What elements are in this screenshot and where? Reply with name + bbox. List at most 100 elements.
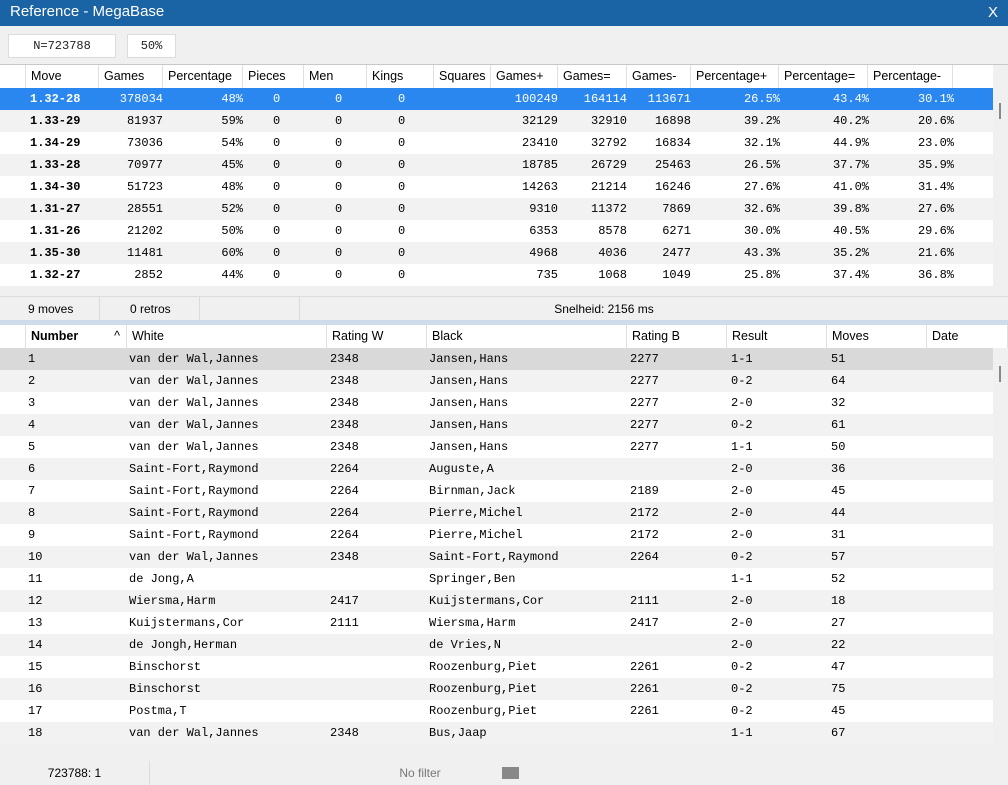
cell-moves: 75: [831, 682, 846, 696]
cell-white: Saint-Fort,Raymond: [129, 506, 259, 520]
cell-white: van der Wal,Jannes: [129, 726, 259, 740]
cell-result: 0-2: [731, 660, 753, 674]
column-header-result[interactable]: Result: [727, 325, 827, 348]
game-row[interactable]: 16 Binschorst Roozenburg,Piet 2261 0-2 75: [0, 678, 993, 700]
move-row[interactable]: 1.32-27 2852 44% 0 0 0 735 1068 1049 25.8% 37.4% 36…: [0, 264, 993, 286]
cell-rating-b: 2172: [630, 506, 659, 520]
cell-black: Birnman,Jack: [429, 484, 516, 498]
cell-rating-b: 2417: [630, 616, 659, 630]
move-row[interactable]: 1.34-30 51723 48% 0 0 0 14263 21214 16246 27.6% 41…: [0, 176, 993, 198]
move-row[interactable]: 1.34-29 73036 54% 0 0 0 23410 32792 16834 32.1% 44…: [0, 132, 993, 154]
moves-scrollbar[interactable]: [993, 88, 1008, 296]
column-header-rating-w[interactable]: Rating W: [327, 325, 427, 348]
game-row[interactable]: 11 de Jong,A Springer,Ben 1-1 52: [0, 568, 993, 590]
move-row[interactable]: 1.31-27 28551 52% 0 0 0 9310 11372 7869 32.6% 39.8…: [0, 198, 993, 220]
column-header-rating-b[interactable]: Rating B: [627, 325, 727, 348]
cell-black: Springer,Ben: [429, 572, 516, 586]
percentage-button[interactable]: 50%: [127, 34, 176, 58]
moves-status-bar: 9 moves 0 retros Snelheid: 2156 ms: [0, 296, 1008, 321]
close-button[interactable]: X: [988, 4, 998, 21]
column-header-move[interactable]: Move: [26, 65, 99, 88]
game-row[interactable]: 6 Saint-Fort,Raymond 2264 Auguste,A 2-0 36: [0, 458, 993, 480]
column-header-percentageminus[interactable]: Percentage-: [868, 65, 953, 88]
games-count-button[interactable]: N=723788: [8, 34, 116, 58]
cell-percentageminus: 36.8%: [917, 268, 954, 282]
cell-rating-b: 2261: [630, 660, 659, 674]
cell-pieces: 0: [273, 224, 281, 238]
cell-rating-b: 2277: [630, 440, 659, 454]
column-header-percentage[interactable]: Percentage: [163, 65, 243, 88]
cell-white: Wiersma,Harm: [129, 594, 216, 608]
cell-men: 0: [335, 202, 343, 216]
column-header-squares[interactable]: Squares: [434, 65, 491, 88]
cell-white: van der Wal,Jannes: [129, 440, 259, 454]
cell-white: Binschorst: [129, 682, 202, 696]
cell-number: 14: [28, 638, 43, 652]
game-row[interactable]: 7 Saint-Fort,Raymond 2264 Birnman,Jack 2189 2…: [0, 480, 993, 502]
cell-white: Binschorst: [129, 660, 202, 674]
cell-number: 8: [28, 506, 36, 520]
moves-scrollbar-thumb[interactable]: [999, 103, 1001, 119]
column-header-gamesminus[interactable]: Games-: [627, 65, 691, 88]
game-row[interactable]: 13 Kuijstermans,Cor 2111 Wiersma,Harm 2417 2-…: [0, 612, 993, 634]
move-row[interactable]: 1.32-28 378034 48% 0 0 0 100249 164114 113671 26.…: [0, 88, 993, 110]
game-row[interactable]: 14 de Jongh,Herman de Vries,N 2-0 22: [0, 634, 993, 656]
games-scrollbar[interactable]: [993, 348, 1008, 748]
column-header-black[interactable]: Black: [427, 325, 627, 348]
move-row[interactable]: 1.33-29 81937 59% 0 0 0 32129 32910 16898 39.2% 40…: [0, 110, 993, 132]
cell-men: 0: [335, 268, 343, 282]
game-row[interactable]: 10 van der Wal,Jannes 2348 Saint-Fort,Raymo…: [0, 546, 993, 568]
games-scrollbar-thumb[interactable]: [999, 366, 1001, 382]
column-header-gamesplus[interactable]: Games+: [491, 65, 558, 88]
filter-toggle-icon[interactable]: [502, 767, 519, 779]
game-row[interactable]: 18 van der Wal,Jannes 2348 Bus,Jaap 1-1 67: [0, 722, 993, 744]
column-header-games[interactable]: Games: [99, 65, 163, 88]
moves-count: 9 moves: [0, 297, 100, 321]
cell-black: Jansen,Hans: [429, 374, 509, 388]
cell-moves: 51: [831, 352, 846, 366]
column-header-moves[interactable]: Moves: [827, 325, 927, 348]
column-header-number[interactable]: Number ^: [26, 325, 127, 348]
cell-percentage: 48%: [221, 92, 243, 106]
column-header-pieces[interactable]: Pieces: [243, 65, 304, 88]
column-header-date[interactable]: Date: [927, 325, 1008, 348]
game-row[interactable]: 2 van der Wal,Jannes 2348 Jansen,Hans 2277 0-…: [0, 370, 993, 392]
column-header-white[interactable]: White: [127, 325, 327, 348]
game-row[interactable]: 1 van der Wal,Jannes 2348 Jansen,Hans 2277 1-…: [0, 348, 993, 370]
game-row[interactable]: 17 Postma,T Roozenburg,Piet 2261 0-2 45: [0, 700, 993, 722]
game-row[interactable]: 9 Saint-Fort,Raymond 2264 Pierre,Michel 2172…: [0, 524, 993, 546]
column-header-men[interactable]: Men: [304, 65, 367, 88]
column-header-gameseq[interactable]: Games=: [558, 65, 627, 88]
cell-rating-w: 2348: [330, 440, 359, 454]
cell-moves: 64: [831, 374, 846, 388]
filter-status: No filter: [399, 766, 441, 780]
move-row[interactable]: 1.31-26 21202 50% 0 0 0 6353 8578 6271 30.0% 40.5%…: [0, 220, 993, 242]
game-row[interactable]: 3 van der Wal,Jannes 2348 Jansen,Hans 2277 2-…: [0, 392, 993, 414]
window-title: Reference - MegaBase: [10, 3, 165, 20]
cell-black: Jansen,Hans: [429, 352, 509, 366]
cell-rating-b: 2261: [630, 704, 659, 718]
move-row[interactable]: 1.35-30 11481 60% 0 0 0 4968 4036 2477 43.3% 35.2%…: [0, 242, 993, 264]
column-header-percentageplus[interactable]: Percentage+: [691, 65, 779, 88]
game-row[interactable]: 8 Saint-Fort,Raymond 2264 Pierre,Michel 2172…: [0, 502, 993, 524]
move-row[interactable]: 1.33-28 70977 45% 0 0 0 18785 26729 25463 26.5% 37…: [0, 154, 993, 176]
cell-rating-w: 2111: [330, 616, 359, 630]
cell-black: Roozenburg,Piet: [429, 660, 538, 674]
cell-percentageminus: 35.9%: [917, 158, 954, 172]
cell-moves: 50: [831, 440, 846, 454]
cell-pieces: 0: [273, 202, 281, 216]
column-header-kings[interactable]: Kings: [367, 65, 434, 88]
column-header-percentageeq[interactable]: Percentage=: [779, 65, 868, 88]
bottom-status-bar: 723788: 1 No filter: [0, 761, 1008, 785]
cell-result: 1-1: [731, 352, 753, 366]
cell-rating-b: 2172: [630, 528, 659, 542]
game-row[interactable]: 5 van der Wal,Jannes 2348 Jansen,Hans 2277 1-…: [0, 436, 993, 458]
cell-percentageminus: 23.0%: [917, 136, 954, 150]
game-row[interactable]: 12 Wiersma,Harm 2417 Kuijstermans,Cor 2111 2-…: [0, 590, 993, 612]
game-row[interactable]: 4 van der Wal,Jannes 2348 Jansen,Hans 2277 0-…: [0, 414, 993, 436]
game-row[interactable]: 15 Binschorst Roozenburg,Piet 2261 0-2 47: [0, 656, 993, 678]
cell-number: 2: [28, 374, 36, 388]
cell-moves: 18: [831, 594, 846, 608]
cell-moves: 22: [831, 638, 846, 652]
cell-number: 18: [28, 726, 43, 740]
